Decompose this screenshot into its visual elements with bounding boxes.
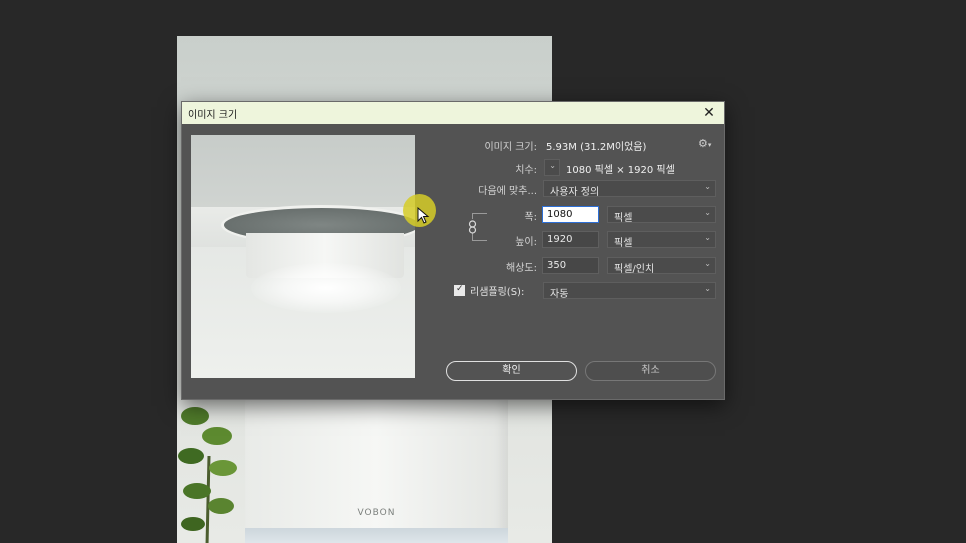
fit-to-select[interactable]: 사용자 정의 ⌄ <box>543 180 716 198</box>
chevron-down-icon: ⌄ <box>549 161 556 170</box>
chevron-down-icon: ⌄ <box>704 208 711 217</box>
dimensions-dropdown[interactable]: ⌄ <box>544 159 560 176</box>
width-unit-value: 픽셀 <box>614 213 633 224</box>
purifier-logo: VOBON <box>357 508 396 518</box>
image-preview[interactable] <box>191 135 415 378</box>
resolution-label: 해상도: <box>506 263 537 274</box>
height-label: 높이: <box>515 237 537 248</box>
height-input[interactable]: 1920 <box>542 231 599 248</box>
image-size-value: 5.93M (31.2M이었음) <box>546 142 647 153</box>
resample-checkbox[interactable]: ✓ <box>454 284 465 296</box>
plant-image <box>178 407 237 543</box>
gear-icon[interactable]: ⚙▾ <box>698 137 711 150</box>
width-label: 폭: <box>524 212 537 223</box>
preview-glow <box>251 263 401 313</box>
chevron-down-icon: ⌄ <box>704 182 711 191</box>
cancel-button[interactable]: 취소 <box>585 361 716 381</box>
height-unit-value: 픽셀 <box>614 238 633 249</box>
close-button[interactable]: ✕ <box>700 104 718 122</box>
chevron-down-icon: ⌄ <box>704 284 711 293</box>
fit-to-label: 다음에 맞추... <box>478 186 537 197</box>
resample-select[interactable]: 자동 ⌄ <box>543 282 716 300</box>
dimensions-value: 1080 픽셀 × 1920 픽셀 <box>566 165 675 176</box>
width-unit-select[interactable]: 픽셀 ⌄ <box>607 206 716 224</box>
dialog-title: 이미지 크기 <box>188 110 238 121</box>
close-icon: ✕ <box>703 105 715 121</box>
height-unit-select[interactable]: 픽셀 ⌄ <box>607 231 716 249</box>
purifier-tank <box>245 528 508 543</box>
resample-label: 리샘플링(S): <box>470 287 525 298</box>
purifier-body: VOBON <box>245 396 508 543</box>
chevron-down-icon: ⌄ <box>704 259 711 268</box>
resolution-unit-value: 픽셀/인치 <box>614 264 655 275</box>
dimensions-label: 치수: <box>515 165 537 176</box>
image-size-label: 이미지 크기: <box>484 142 537 153</box>
fit-to-value: 사용자 정의 <box>550 187 600 198</box>
width-input[interactable]: 1080 <box>542 206 599 223</box>
resolution-unit-select[interactable]: 픽셀/인치 ⌄ <box>607 257 716 275</box>
ok-button[interactable]: 확인 <box>446 361 577 381</box>
dialog-titlebar[interactable]: 이미지 크기 ✕ <box>182 102 724 124</box>
resample-value: 자동 <box>550 289 569 300</box>
image-size-dialog: 이미지 크기 ✕ 이미지 크기: 5.93M (31.2M이었음) ⚙▾ 치수:… <box>181 101 725 400</box>
chevron-down-icon: ⌄ <box>704 233 711 242</box>
mouse-cursor-icon <box>417 207 430 224</box>
checkmark-icon: ✓ <box>456 284 464 294</box>
resolution-input[interactable]: 350 <box>542 257 599 274</box>
